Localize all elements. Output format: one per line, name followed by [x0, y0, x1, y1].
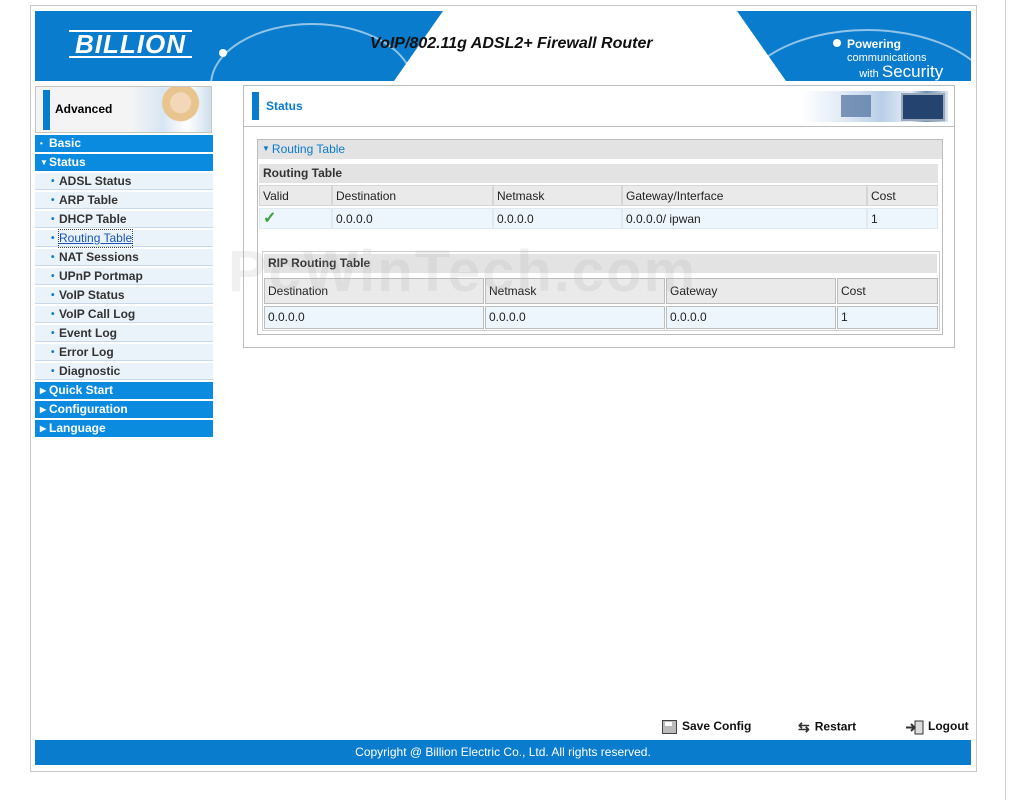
- restart-arrows-icon: ⇆: [798, 719, 810, 735]
- col-header-gateway: Gateway: [666, 278, 836, 304]
- table-cell: 0.0.0.0: [493, 208, 622, 229]
- mode-label: Advanced: [55, 102, 113, 116]
- sidebar-item-label: Status: [49, 155, 86, 169]
- logout-button[interactable]: Logout: [905, 719, 969, 735]
- sidebar-item-label: ARP Table: [59, 193, 118, 207]
- sidebar-item-basic[interactable]: • Basic: [35, 135, 213, 152]
- col-header-destination: Destination: [332, 185, 493, 206]
- rip-routing-table: RIP Routing Table Destination Netmask Ga…: [262, 251, 940, 331]
- bullet-icon: •: [51, 366, 55, 377]
- bullet-icon: •: [51, 290, 55, 301]
- sidebar-item-upnp-portmap[interactable]: • UPnP Portmap: [35, 268, 213, 285]
- sidebar-item-label: Routing Table: [57, 229, 134, 248]
- section-header[interactable]: ▼ Routing Table: [258, 140, 942, 159]
- billion-logo: BILLION: [69, 30, 192, 58]
- section-title: Routing Table: [271, 142, 346, 156]
- sidebar-item-label: Language: [49, 421, 106, 435]
- floppy-disk-icon: [662, 719, 677, 734]
- bullet-icon: •: [51, 195, 55, 206]
- office-banner-image: [801, 91, 948, 122]
- bullet-icon: •: [51, 328, 55, 339]
- sidebar-item-label: UPnP Portmap: [59, 269, 143, 283]
- sidebar-item-label: Basic: [49, 136, 82, 150]
- routing-table-title: Routing Table: [259, 164, 938, 183]
- sidebar-item-diagnostic[interactable]: • Diagnostic: [35, 363, 213, 380]
- bullet-icon: •: [40, 139, 43, 148]
- bullet-icon: •: [51, 347, 55, 358]
- valid-check-icon: ✓: [259, 208, 332, 229]
- triangle-down-icon: ▼: [40, 158, 48, 167]
- sidebar-item-event-log[interactable]: • Event Log: [35, 325, 213, 342]
- panel-header: Status: [244, 86, 954, 127]
- sidebar-item-configuration[interactable]: ▶ Configuration: [35, 401, 213, 418]
- triangle-right-icon: ▶: [40, 386, 47, 395]
- triangle-right-icon: ▶: [40, 424, 47, 433]
- sidebar-item-label: Error Log: [59, 345, 114, 359]
- accent-bar: [252, 92, 259, 120]
- status-panel: Status ▼ Routing Table Routing Table Vali…: [243, 85, 955, 348]
- sidebar-item-label: Quick Start: [49, 383, 114, 397]
- sidebar-item-error-log[interactable]: • Error Log: [35, 344, 213, 361]
- sidebar-item-label: Configuration: [49, 402, 128, 416]
- col-header-netmask: Netmask: [485, 278, 665, 304]
- product-title: VoIP/802.11g ADSL2+ Firewall Router: [370, 35, 653, 52]
- bullet-icon: •: [51, 271, 55, 282]
- col-header-destination: Destination: [264, 278, 484, 304]
- restart-button[interactable]: ⇆ Restart: [798, 719, 856, 736]
- sidebar-item-dhcp-table[interactable]: • DHCP Table: [35, 211, 213, 228]
- col-header-cost: Cost: [867, 185, 938, 206]
- table-cell: 1: [867, 208, 938, 229]
- scrollbar[interactable]: [1005, 0, 1022, 800]
- sidebar-item-label: VoIP Call Log: [59, 307, 136, 321]
- sidebar-item-label: ADSL Status: [59, 174, 132, 188]
- advanced-photo: [131, 87, 211, 132]
- sidebar-item-label: Event Log: [59, 326, 118, 340]
- sidebar-item-arp-table[interactable]: • ARP Table: [35, 192, 213, 209]
- sidebar-item-quick-start[interactable]: ▶ Quick Start: [35, 382, 213, 399]
- routing-table-section: ▼ Routing Table Routing Table Valid Desti…: [257, 139, 943, 335]
- table-cell: 0.0.0.0: [485, 306, 665, 329]
- page-title: Status: [266, 99, 303, 113]
- header-banner: BILLION VoIP/802.11g ADSL2+ Firewall Rou…: [35, 11, 971, 81]
- table-cell: 0.0.0.0: [666, 306, 836, 329]
- triangle-right-icon: ▶: [40, 405, 47, 414]
- sidebar-item-voip-status[interactable]: • VoIP Status: [35, 287, 213, 304]
- sidebar-item-routing-table[interactable]: • Routing Table: [35, 229, 213, 248]
- sidebar-item-adsl-status[interactable]: • ADSL Status: [35, 173, 213, 190]
- sidebar-menu: • Basic ▼ Status • ADSL Status • ARP Table • DHCP…: [35, 135, 213, 439]
- sidebar-item-language[interactable]: ▶ Language: [35, 420, 213, 437]
- accent-bar: [43, 90, 50, 130]
- sidebar-item-label: DHCP Table: [59, 212, 127, 226]
- table-cell: 0.0.0.0/ ipwan: [622, 208, 867, 229]
- slogan: Powering communications with Security: [847, 37, 944, 81]
- col-header-valid: Valid: [259, 185, 332, 206]
- col-header-netmask: Netmask: [493, 185, 622, 206]
- table-cell: 0.0.0.0: [332, 208, 493, 229]
- bullet-icon: •: [51, 309, 55, 320]
- sidebar-item-status[interactable]: ▼ Status: [35, 154, 213, 171]
- sidebar-item-label: NAT Sessions: [59, 250, 139, 264]
- sidebar-item-label: VoIP Status: [59, 288, 125, 302]
- logout-door-icon: [905, 720, 924, 735]
- sidebar-item-nat-sessions[interactable]: • NAT Sessions: [35, 249, 213, 266]
- col-header-cost: Cost: [837, 278, 938, 304]
- save-config-button[interactable]: Save Config: [662, 719, 751, 734]
- rip-table-title: RIP Routing Table: [264, 254, 937, 273]
- bullet-icon: •: [51, 252, 55, 263]
- triangle-down-icon: ▼: [262, 144, 270, 153]
- table-cell: 0.0.0.0: [264, 306, 484, 329]
- copyright-footer: Copyright @ Billion Electric Co., Ltd. A…: [35, 740, 971, 765]
- sidebar-item-label: Diagnostic: [59, 364, 121, 378]
- col-header-gateway: Gateway/Interface: [622, 185, 867, 206]
- sidebar-item-voip-call-log[interactable]: • VoIP Call Log: [35, 306, 213, 323]
- table-cell: 1: [837, 306, 938, 329]
- header-dot: [833, 39, 841, 47]
- bullet-icon: •: [51, 176, 55, 187]
- bullet-icon: •: [51, 233, 55, 244]
- advanced-mode-banner: Advanced: [35, 86, 212, 133]
- bullet-icon: •: [51, 214, 55, 225]
- header-dot: [219, 49, 227, 57]
